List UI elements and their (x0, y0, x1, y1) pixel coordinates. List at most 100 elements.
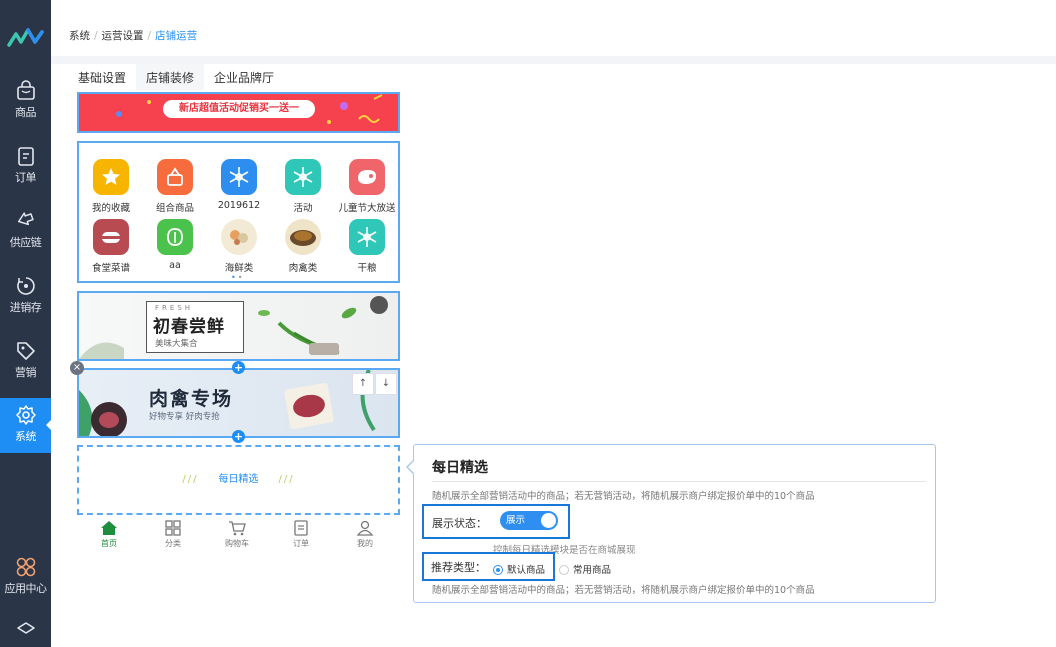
category-label: 我的收藏 (91, 203, 130, 214)
apps-icon (16, 557, 35, 577)
panel-title: 每日精选 (432, 460, 488, 476)
breadcrumb-item[interactable]: 系统 (69, 30, 90, 42)
sidebar-item-label: 进销存 (9, 301, 42, 314)
category-item[interactable]: 儿童节大放送 (335, 159, 399, 214)
seafood-icon (221, 219, 257, 255)
sidebar-item-system[interactable]: 系统 (0, 398, 51, 453)
move-up-button[interactable]: ↑ (352, 373, 374, 395)
page-indicator: •• (231, 273, 245, 282)
snowflake-icon (285, 159, 321, 195)
tabbar-home[interactable]: 首页 (79, 520, 139, 549)
radio-common-goods[interactable]: 常用商品 (559, 562, 611, 576)
sidebar-item-label: 营销 (15, 366, 37, 379)
move-down-button[interactable]: ↓ (375, 373, 397, 395)
logo-icon (7, 28, 44, 47)
sidebar-item-goods[interactable]: 商品 (0, 80, 51, 140)
fresh-banner-label: FRESH 初春尝鲜 美味大集合 (146, 301, 244, 353)
fresh-banner-subtitle: 美味大集合 (155, 339, 198, 349)
tabbar-cart[interactable]: 购物车 (207, 520, 267, 549)
category-label: 食堂菜谱 (91, 263, 130, 274)
cart-icon (229, 521, 246, 536)
tabbar-label: 订单 (293, 539, 309, 548)
panel-divider (432, 481, 926, 482)
fresh-banner[interactable]: FRESH 初春尝鲜 美味大集合 (77, 291, 400, 361)
radio-dot (559, 564, 569, 575)
breadcrumb-current: 店铺运营 (155, 30, 198, 42)
inventory-icon (16, 277, 35, 295)
breadcrumb: 系统 / 运营设置 / 店铺运营 (69, 30, 198, 42)
logo (0, 0, 51, 70)
sidebar-item-orders[interactable]: 订单 (0, 145, 51, 205)
meat-image (79, 370, 376, 436)
fresh-banner-title: 初春尝鲜 (153, 317, 225, 337)
tag-icon (16, 342, 35, 360)
tab-store-decoration[interactable]: 店铺装修 (136, 64, 205, 92)
category-item[interactable]: 干粮 (335, 219, 399, 274)
vegetable-icon (157, 219, 193, 255)
daily-pick-module[interactable]: /// 每日精选 /// (77, 445, 400, 515)
category-grid[interactable]: 我的收藏 组合商品 2019612 活动 儿童节大放送 食堂菜谱 aa 海鲜类 … (77, 141, 400, 283)
user-icon (356, 520, 374, 536)
module-settings-panel: 每日精选 随机展示全部营销活动中的商品；若无营销活动，将随机展示商户绑定报价单中… (406, 444, 936, 603)
tab-basic-settings[interactable]: 基础设置 (68, 64, 136, 92)
order-icon (17, 147, 34, 166)
add-module-above-button[interactable]: + (232, 361, 245, 374)
tabbar-profile[interactable]: 我的 (335, 520, 395, 549)
category-label: 儿童节大放送 (338, 203, 396, 214)
tab-brand-hall[interactable]: 企业品牌厅 (204, 64, 284, 92)
snowflake-icon (221, 159, 257, 195)
sidebar: 商品 订单 供应链 进销存 营销 系统 应用中心 (0, 0, 51, 647)
category-item[interactable]: 活动 (271, 159, 335, 214)
fresh-banner-en: FRESH (155, 304, 194, 312)
breadcrumb-item[interactable]: 运营设置 (102, 30, 144, 42)
sidebar-item-marketing[interactable]: 营销 (0, 340, 51, 400)
bag-icon (16, 80, 35, 100)
basket-icon (157, 159, 193, 195)
category-item[interactable]: aa (143, 219, 207, 271)
meat-icon (349, 159, 385, 195)
category-item[interactable]: 食堂菜谱 (79, 219, 143, 274)
bread-icon (93, 219, 129, 255)
sidebar-item-label: 商品 (15, 106, 37, 119)
cube-icon (16, 622, 35, 634)
sidebar-item-label: 供应链 (9, 236, 42, 249)
category-item[interactable]: 海鲜类 (207, 219, 271, 274)
sidebar-item-label: 应用中心 (4, 582, 48, 595)
snowflake-icon (349, 219, 385, 255)
decor-slash: /// (278, 474, 295, 485)
sidebar-item-more[interactable] (0, 620, 51, 647)
home-icon (101, 521, 117, 535)
promo-banner[interactable]: 新店超值活动促销买一送一 (77, 92, 400, 133)
exchange-icon (17, 212, 34, 226)
radio-default-goods[interactable]: 默认商品 (493, 562, 545, 576)
mobile-tabbar: 首页 分类 购物车 订单 我的 (77, 516, 400, 552)
star-icon (93, 159, 129, 195)
tabbar-category[interactable]: 分类 (143, 520, 203, 549)
toggle-knob (541, 513, 556, 528)
recommend-type-label: 推荐类型： (431, 561, 486, 574)
daily-pick-label: 每日精选 (218, 474, 259, 485)
sidebar-item-supply-chain[interactable]: 供应链 (0, 210, 51, 270)
add-module-below-button[interactable]: + (232, 430, 245, 443)
sidebar-item-inventory[interactable]: 进销存 (0, 275, 51, 335)
category-item[interactable]: 组合商品 (143, 159, 207, 214)
tab-bar: 基础设置 店铺装修 企业品牌厅 (68, 64, 284, 92)
tabbar-label: 首页 (101, 539, 117, 548)
category-label: 肉禽类 (288, 263, 318, 274)
display-toggle[interactable]: 展示 (500, 511, 558, 530)
delete-module-button[interactable]: × (70, 361, 84, 375)
tabbar-orders[interactable]: 订单 (271, 520, 331, 549)
order-icon (294, 520, 308, 536)
category-label: 海鲜类 (224, 263, 254, 274)
panel-description: 随机展示全部营销活动中的商品；若无营销活动，将随机展示商户绑定报价单中的10个商… (432, 491, 815, 502)
category-item[interactable]: 我的收藏 (79, 159, 143, 214)
sidebar-item-app-center[interactable]: 应用中心 (0, 556, 51, 616)
gear-icon (15, 405, 36, 425)
tabbar-label: 我的 (357, 539, 373, 548)
category-label: 活动 (293, 203, 313, 214)
category-item[interactable]: 肉禽类 (271, 219, 335, 274)
category-item[interactable]: 2019612 (207, 159, 271, 211)
toggle-text: 展示 (506, 515, 526, 526)
radio-label: 默认商品 (507, 565, 546, 576)
meat-banner[interactable]: 肉禽专场 好物专享 好肉专抢 ↑ ↓ (77, 368, 400, 438)
